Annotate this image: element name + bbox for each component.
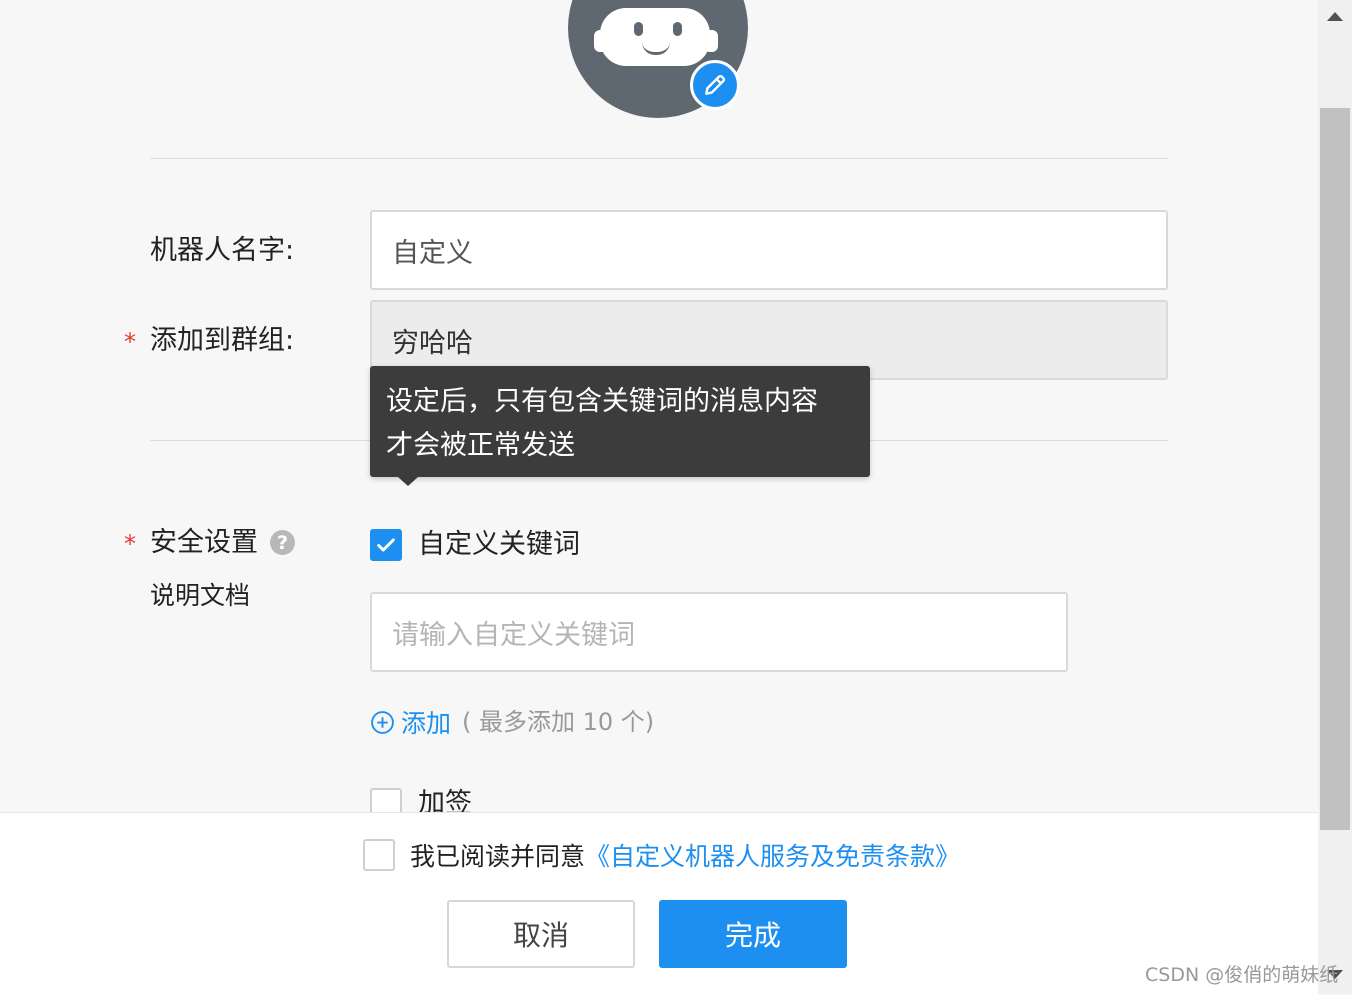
confirm-button[interactable]: 完成 bbox=[659, 900, 847, 968]
docs-link[interactable]: 说明文档 bbox=[150, 576, 250, 616]
robot-eye-left bbox=[634, 22, 643, 36]
keyword-checkbox-label: 自定义关键词 bbox=[418, 529, 580, 560]
robot-eye-right bbox=[673, 22, 682, 36]
tooltip-arrow bbox=[398, 477, 418, 486]
pencil-icon bbox=[705, 74, 726, 95]
keyword-tooltip: 设定后，只有包含关键词的消息内容 才会被正常发送 bbox=[370, 366, 870, 477]
agree-checkbox[interactable] bbox=[363, 839, 395, 871]
question-circle-icon[interactable]: ? bbox=[270, 530, 295, 555]
scrollbar[interactable] bbox=[1318, 0, 1352, 994]
cancel-button[interactable]: 取消 bbox=[447, 900, 635, 968]
add-keyword-label: 添加 bbox=[401, 709, 452, 738]
required-mark: * bbox=[124, 328, 136, 356]
add-limit-hint: ( 最多添加 10 个) bbox=[462, 708, 655, 736]
robot-head-icon bbox=[600, 8, 710, 66]
group-label: 添加到群组: bbox=[150, 325, 295, 356]
required-mark: * bbox=[124, 530, 136, 558]
scroll-up-arrow-icon[interactable] bbox=[1327, 12, 1343, 21]
terms-link[interactable]: 《自定义机器人服务及免责条款》 bbox=[585, 842, 960, 871]
watermark: CSDN @俊俏的萌妹纸 bbox=[1145, 964, 1339, 986]
keyword-input[interactable]: 请输入自定义关键词 bbox=[370, 592, 1068, 672]
agree-text-label: 我已阅读并同意 bbox=[410, 842, 586, 871]
tooltip-line-2: 才会被正常发送 bbox=[386, 430, 575, 461]
check-icon bbox=[377, 538, 395, 552]
keyword-checkbox[interactable] bbox=[370, 529, 402, 561]
security-label: 安全设置 bbox=[150, 527, 258, 558]
tooltip-line-1: 设定后，只有包含关键词的消息内容 bbox=[386, 386, 818, 417]
plus-circle-icon bbox=[371, 710, 394, 734]
edit-avatar-button[interactable] bbox=[690, 60, 740, 110]
add-keyword-button[interactable]: 添加 bbox=[370, 702, 451, 742]
robot-name-input[interactable]: 自定义 bbox=[370, 210, 1168, 290]
robot-name-label: 机器人名字: bbox=[150, 235, 295, 266]
agree-text: 我已阅读并同意《自定义机器人服务及免责条款》 bbox=[410, 837, 960, 877]
scroll-thumb[interactable] bbox=[1320, 108, 1350, 830]
divider-top bbox=[150, 158, 1168, 159]
